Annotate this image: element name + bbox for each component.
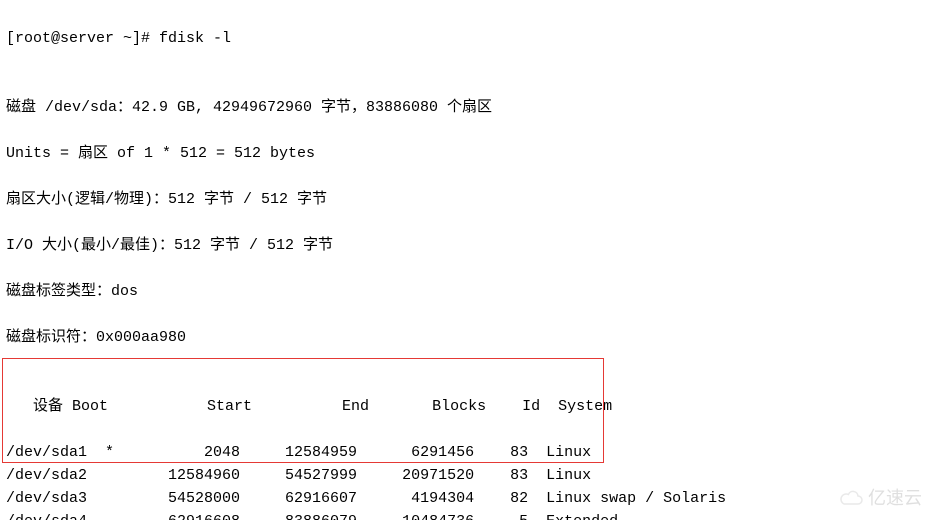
- disk-sda-identifier: 磁盘标识符：0x000aa980: [6, 326, 926, 349]
- table-row: /dev/sda2 12584960 54527999 20971520 83 …: [6, 464, 926, 487]
- disk-sda-sector: 扇区大小(逻辑/物理)：512 字节 / 512 字节: [6, 188, 926, 211]
- disk-sda-io: I/O 大小(最小/最佳)：512 字节 / 512 字节: [6, 234, 926, 257]
- cloud-icon: [838, 490, 864, 508]
- disk-sda-labeltype: 磁盘标签类型：dos: [6, 280, 926, 303]
- disk-sda-header: 磁盘 /dev/sda：42.9 GB, 42949672960 字节，8388…: [6, 96, 926, 119]
- table-row: /dev/sda1 * 2048 12584959 6291456 83 Lin…: [6, 441, 926, 464]
- watermark-text: 亿速云: [868, 487, 922, 510]
- partition-table-header: 设备 Boot Start End Blocks Id System: [6, 395, 926, 418]
- terminal-output: [root@server ~]# fdisk -l 磁盘 /dev/sda：42…: [0, 0, 932, 520]
- table-row: /dev/sda3 54528000 62916607 4194304 82 L…: [6, 487, 926, 510]
- prompt-line[interactable]: [root@server ~]# fdisk -l: [6, 27, 926, 50]
- disk-sda-units: Units = 扇区 of 1 * 512 = 512 bytes: [6, 142, 926, 165]
- table-row: /dev/sda4 62916608 83886079 10484736 5 E…: [6, 510, 926, 520]
- watermark: 亿速云: [838, 487, 922, 510]
